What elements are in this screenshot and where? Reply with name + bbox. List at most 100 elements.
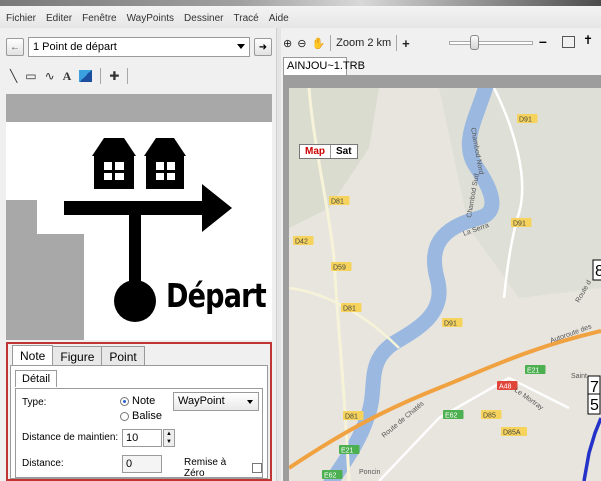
road-shield: D85A [501, 427, 527, 437]
place-label: Poncin [359, 469, 381, 476]
map-type-sat-button[interactable]: Sat [331, 145, 357, 158]
distance-maintien-spinner[interactable]: ▲ ▼ [163, 429, 175, 447]
chevron-down-icon [237, 44, 245, 49]
waypoint-select-value: 1 Point de départ [33, 41, 117, 53]
marker-label: 7 [590, 379, 599, 396]
road-label: E21 [527, 368, 540, 375]
menu-items: Fichier Editer Fenêtre WayPoints Dessine… [6, 13, 289, 24]
note-tab-pane: Détail Type: Note Balise WayPoint Distan… [10, 365, 268, 479]
toolbar-separator [330, 35, 332, 51]
reset-checkbox-box[interactable] [252, 463, 262, 473]
drawing-toolbar: ╲ ▭ ∿ A ✚ [10, 66, 129, 86]
previous-waypoint-button[interactable]: ← [6, 38, 24, 56]
road-shield: D81 [343, 411, 364, 421]
toolbar-separator [396, 35, 398, 51]
reset-checkbox[interactable]: Remise à Zéro [184, 457, 262, 479]
zoom-slider[interactable] [449, 41, 533, 45]
terrain-area [289, 88, 379, 228]
menu-dessiner[interactable]: Dessiner [184, 13, 223, 24]
menu-bar: Fichier Editer Fenêtre WayPoints Dessine… [0, 0, 601, 28]
radio-note-button[interactable] [120, 396, 129, 406]
minus-icon[interactable]: – [539, 33, 547, 49]
fit-map-icon[interactable] [562, 36, 575, 48]
track-marker[interactable]: 8 [592, 259, 601, 281]
road-label: E62 [324, 473, 337, 480]
road-label: A48 [499, 384, 512, 391]
window-top-edge [0, 0, 601, 6]
road-shield: E62 [322, 470, 343, 480]
tab-detail[interactable]: Détail [15, 370, 58, 387]
properties-panel: Note Figure Point Détail Type: Note Bali… [6, 342, 272, 481]
track-marker[interactable]: 5 [587, 393, 601, 415]
text-tool-icon[interactable]: A [63, 69, 72, 84]
arrow-right-icon [202, 184, 232, 232]
road [289, 286, 400, 349]
road-shield: D81 [341, 303, 362, 313]
zoom-in-icon[interactable]: ⊕ [283, 37, 292, 50]
waypoint-select[interactable]: 1 Point de départ [28, 37, 250, 57]
menu-trace[interactable]: Tracé [234, 13, 259, 24]
distance-value: 0 [122, 455, 162, 473]
distance-maintien-label: Distance de maintien: [22, 432, 119, 443]
marker-label: 5 [590, 397, 599, 414]
road-label: D81 [343, 306, 356, 313]
arrow-shaft [64, 201, 214, 215]
zoom-level-label: Zoom 2 km [336, 37, 392, 49]
toolbar-separator [100, 68, 102, 84]
menu-editer[interactable]: Editer [46, 13, 72, 24]
reset-label: Remise à Zéro [184, 457, 227, 479]
radio-balise[interactable]: Balise [120, 410, 162, 422]
menu-waypoints[interactable]: WayPoints [127, 13, 174, 24]
place-label: Route de Chatés [381, 400, 426, 439]
road-shield: D59 [331, 262, 352, 272]
radio-balise-button[interactable] [120, 411, 129, 421]
map-panel: ⊕ ⊖ ✋ Zoom 2 km + – ✝ AINJOU~1.TRB D91 D… [281, 28, 601, 481]
waypoint-caption: Départ [166, 276, 267, 315]
road-label: E21 [341, 448, 354, 455]
pan-hand-icon[interactable]: ✋ [311, 37, 325, 50]
image-header-band [6, 94, 272, 122]
map-type-map-button[interactable]: Map [300, 145, 331, 158]
road-label: D59 [333, 265, 346, 272]
road-label: E62 [445, 413, 458, 420]
road-shield: E21 [525, 365, 546, 375]
track-marker[interactable]: 7 [587, 375, 601, 397]
type-label: Type: [22, 397, 47, 408]
toolbar-separator [127, 68, 129, 84]
road-shield: E21 [339, 445, 360, 455]
menu-fichier[interactable]: Fichier [6, 13, 36, 24]
type-select[interactable]: WayPoint [173, 392, 259, 411]
color-tool-icon[interactable] [79, 70, 93, 82]
tools-icon[interactable]: ✝ [583, 33, 593, 47]
distance-label: Distance: [22, 458, 64, 469]
gray-block [37, 234, 84, 340]
road-shield: D42 [293, 236, 314, 246]
menu-fenetre[interactable]: Fenêtre [82, 13, 116, 24]
radio-note-label: Note [132, 395, 156, 407]
waypoint-image: Départ [6, 122, 272, 340]
signpost-tool-icon[interactable]: ✚ [109, 69, 119, 83]
gray-block [6, 200, 37, 340]
map-toolbar: ⊕ ⊖ ✋ Zoom 2 km + [283, 33, 410, 53]
plus-icon[interactable]: + [402, 36, 410, 51]
road-shield: D81 [329, 196, 350, 206]
curve-tool-icon[interactable]: ∿ [45, 69, 55, 83]
road-label: D85A [503, 430, 521, 437]
type-select-value: WayPoint [178, 395, 225, 407]
rectangle-tool-icon[interactable]: ▭ [25, 69, 36, 83]
line-tool-icon[interactable]: ╲ [10, 69, 17, 83]
menu-aide[interactable]: Aide [269, 13, 289, 24]
zoom-slider-thumb[interactable] [470, 35, 479, 50]
road-shield: D91 [511, 218, 532, 228]
distance-maintien-input[interactable]: 10 [122, 429, 162, 447]
marker-label: 8 [595, 263, 601, 280]
road-label: D91 [519, 117, 532, 124]
next-waypoint-button[interactable]: ➜ [254, 38, 272, 56]
map-type-switch: Map Sat [300, 145, 357, 158]
detail-pane: Type: Note Balise WayPoint Distance de m… [15, 388, 263, 479]
radio-balise-label: Balise [132, 410, 162, 422]
radio-note[interactable]: Note [120, 395, 155, 407]
zoom-out-icon[interactable]: ⊖ [297, 37, 306, 50]
tab-map-file[interactable]: AINJOU~1.TRB [283, 57, 365, 75]
chevron-down-icon [247, 400, 253, 404]
